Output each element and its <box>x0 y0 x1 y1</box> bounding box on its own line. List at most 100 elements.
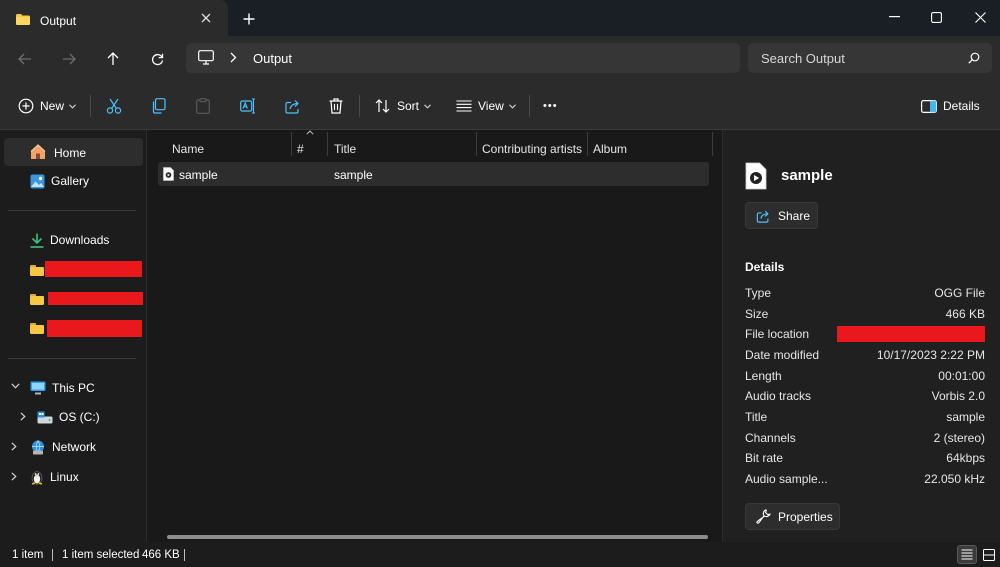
property-key: Length <box>745 369 782 383</box>
sidebar-divider <box>8 358 136 359</box>
address-bar[interactable]: Output <box>186 43 740 73</box>
sort-button[interactable]: Sort <box>375 96 431 116</box>
plus-circle-icon <box>18 98 34 114</box>
up-arrow-icon[interactable] <box>103 49 123 69</box>
sidebar-item-folder[interactable] <box>30 314 44 342</box>
chevron-right-icon[interactable] <box>230 52 237 63</box>
delete-button[interactable] <box>329 96 343 116</box>
network-icon <box>30 439 46 455</box>
sidebar-item-folder[interactable] <box>30 256 44 284</box>
file-list: Name # Title Contributing artists Album … <box>146 130 722 542</box>
sidebar-item-home[interactable]: Home <box>4 138 143 166</box>
sidebar-item-this-pc[interactable]: This PC <box>30 374 95 402</box>
details-view-icon[interactable] <box>957 545 977 564</box>
copy-button[interactable] <box>151 96 166 116</box>
folder-icon <box>30 293 44 305</box>
sidebar-item-gallery[interactable]: Gallery <box>30 167 89 195</box>
column-header-album[interactable]: Album <box>593 142 627 156</box>
chevron-down-icon <box>508 103 516 109</box>
toolbar-divider <box>529 95 530 117</box>
property-value: sample <box>946 410 985 424</box>
sidebar-item-label: Downloads <box>50 233 110 247</box>
paste-button[interactable] <box>196 96 210 116</box>
sidebar-item-label: Network <box>52 440 97 454</box>
property-row: Audio sample... 22.050 kHz <box>745 472 985 488</box>
close-window-icon[interactable] <box>965 6 995 28</box>
back-arrow-icon[interactable] <box>15 49 35 69</box>
sidebar-item-label: Linux <box>50 470 79 484</box>
new-tab-icon[interactable] <box>243 13 255 25</box>
sidebar-item-linux[interactable]: Linux <box>30 463 79 491</box>
table-row[interactable]: sample sample <box>158 162 709 186</box>
sidebar-item-label: This PC <box>52 381 95 395</box>
sidebar-item-folder[interactable] <box>30 285 44 313</box>
chevron-right-icon[interactable] <box>20 412 26 421</box>
property-value: 10/17/2023 2:22 PM <box>876 348 985 362</box>
new-button-label: New <box>40 99 65 113</box>
chevron-down-icon[interactable] <box>11 383 20 389</box>
maximize-icon[interactable] <box>921 6 951 28</box>
refresh-icon[interactable] <box>147 49 167 69</box>
command-bar: New Sort View ••• Details <box>0 80 1000 130</box>
property-row: Audio tracks Vorbis 2.0 <box>745 389 985 405</box>
property-value: OGG File <box>934 286 985 300</box>
gallery-icon <box>30 174 45 189</box>
close-tab-icon[interactable] <box>201 13 211 23</box>
more-options-button[interactable]: ••• <box>543 96 558 116</box>
search-input[interactable]: Search Output <box>748 43 992 73</box>
details-toggle-button[interactable]: Details <box>921 96 980 116</box>
sort-icon <box>375 99 391 113</box>
sidebar-item-network[interactable]: Network <box>30 433 96 461</box>
minimize-icon[interactable] <box>879 6 909 28</box>
share-button[interactable] <box>285 96 301 116</box>
sidebar-item-os-drive[interactable]: OS (C:) <box>37 403 100 431</box>
property-value: 466 KB <box>945 307 985 321</box>
new-button[interactable]: New <box>18 96 76 116</box>
forward-arrow-icon[interactable] <box>59 49 79 69</box>
property-row: Title sample <box>745 410 985 426</box>
property-key: Channels <box>745 431 796 445</box>
tab-label: Output <box>40 14 77 28</box>
column-header-contributing-artists[interactable]: Contributing artists <box>482 142 582 156</box>
property-key: Size <box>745 307 769 321</box>
column-header-number[interactable]: # <box>297 142 304 156</box>
file-title: sample <box>334 168 373 182</box>
property-row: Bit rate 64kbps <box>745 451 985 467</box>
property-value: 00:01:00 <box>938 369 985 383</box>
title-bar: Output <box>0 0 1000 36</box>
sort-ascending-icon <box>306 130 314 135</box>
chevron-right-icon[interactable] <box>11 442 17 451</box>
properties-button[interactable]: Properties <box>745 503 840 530</box>
chevron-right-icon[interactable] <box>11 472 17 481</box>
file-name: sample <box>179 168 218 182</box>
property-key: Title <box>745 410 768 424</box>
sidebar-item-downloads[interactable]: Downloads <box>30 226 109 254</box>
rename-button[interactable] <box>240 96 256 116</box>
redacted-folder-name <box>48 292 143 305</box>
column-divider[interactable] <box>712 132 713 156</box>
property-key: Audio sample... <box>745 472 828 486</box>
property-key: Date modified <box>745 348 820 362</box>
property-value: 2 (stereo) <box>933 431 985 445</box>
selection-size: 466 KB <box>142 549 180 561</box>
tiles-view-icon[interactable] <box>979 545 999 564</box>
cut-button[interactable] <box>106 96 122 116</box>
share-button[interactable]: Share <box>745 202 818 229</box>
details-pane-icon <box>921 99 937 113</box>
column-divider[interactable] <box>587 132 588 156</box>
properties-button-label: Properties <box>778 509 833 524</box>
search-icon[interactable] <box>968 52 980 64</box>
sidebar-item-label: Home <box>54 146 87 160</box>
column-divider[interactable] <box>327 132 328 156</box>
audio-file-icon <box>163 167 174 181</box>
column-header-name[interactable]: Name <box>172 142 204 156</box>
computer-icon[interactable] <box>198 50 214 65</box>
column-divider[interactable] <box>291 132 292 156</box>
horizontal-scrollbar[interactable] <box>167 535 708 539</box>
details-file-name: sample <box>781 167 833 184</box>
column-header-title[interactable]: Title <box>334 142 356 156</box>
view-button[interactable]: View <box>456 96 516 116</box>
tab-output[interactable]: Output <box>0 0 228 36</box>
breadcrumb-output[interactable]: Output <box>253 51 292 66</box>
column-divider[interactable] <box>476 132 477 156</box>
